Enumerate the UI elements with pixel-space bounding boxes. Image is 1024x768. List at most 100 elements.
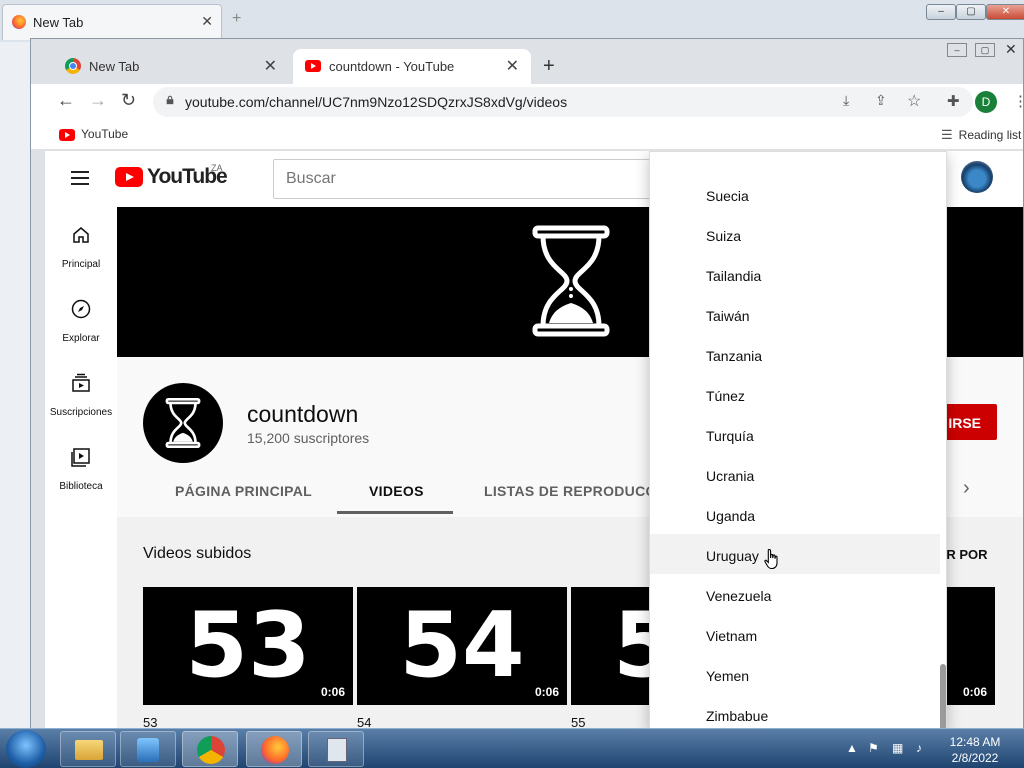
country-option[interactable]: Ucrania <box>650 454 940 494</box>
video-thumbnail[interactable]: 53 0:06 <box>143 587 353 705</box>
clock-time: 12:48 AM <box>949 735 1001 749</box>
taskbar-chrome[interactable] <box>182 731 238 767</box>
home-icon <box>73 227 89 243</box>
sidebar-item-label: Biblioteca <box>59 481 103 492</box>
dropdown-scrollbar[interactable] <box>940 664 946 729</box>
chrome-new-tab-button[interactable]: + <box>543 55 555 78</box>
chevron-right-icon[interactable]: › <box>963 477 970 500</box>
taskbar-media-player[interactable] <box>120 731 176 767</box>
hamburger-menu-icon[interactable] <box>71 171 89 185</box>
reading-list-label: Reading list <box>958 128 1022 142</box>
firefox-tab-strip: New Tab ✕ + – ▢ ✕ <box>0 0 1024 42</box>
tab-listas-de-reproduccion[interactable]: LISTAS DE REPRODUCCI <box>484 483 660 499</box>
country-option[interactable]: Túnez <box>650 374 940 414</box>
country-option-label: Uruguay <box>706 548 759 564</box>
address-url: youtube.com/channel/UC7nm9Nzo12SDQzrxJS8… <box>185 94 568 110</box>
country-option[interactable]: Tailandia <box>650 254 940 294</box>
tab-videos[interactable]: VIDEOS <box>369 483 424 499</box>
tab-pagina-principal[interactable]: PÁGINA PRINCIPAL <box>175 483 312 499</box>
section-title: Videos subidos <box>143 545 252 562</box>
country-option[interactable]: Zimbabue <box>650 694 940 729</box>
channel-name: countdown <box>247 401 359 427</box>
firefox-maximize-button[interactable]: ▢ <box>956 4 986 20</box>
volume-icon[interactable]: ♪ <box>916 741 922 755</box>
address-bar[interactable]: youtube.com/channel/UC7nm9Nzo12SDQzrxJS8… <box>153 87 973 117</box>
country-option[interactable]: Uganda <box>650 494 940 534</box>
firefox-close-button[interactable]: ✕ <box>986 4 1024 20</box>
back-arrow-icon[interactable]: ← <box>57 90 75 111</box>
install-icon[interactable]: ⤓ <box>843 92 849 109</box>
country-option[interactable]: Turquía <box>650 414 940 454</box>
windows-taskbar: ▲ ⚑ ▦ ♪ 12:48 AM 2/8/2022 <box>0 728 1024 768</box>
subscriber-count: 15,200 suscriptores <box>247 430 370 446</box>
account-avatar[interactable] <box>961 161 993 193</box>
lock-icon <box>166 95 174 105</box>
network-icon[interactable]: ▦ <box>892 741 903 755</box>
sidebar-item-principal[interactable]: Principal <box>45 207 117 281</box>
chrome-icon <box>65 58 81 74</box>
chrome-minimize-button[interactable]: – <box>947 43 967 57</box>
sidebar-item-explorar[interactable]: Explorar <box>45 281 117 355</box>
firefox-tab-new-tab[interactable]: New Tab ✕ <box>2 4 222 40</box>
forward-arrow-icon[interactable]: → <box>89 90 107 111</box>
youtube-page: YouTube ZA Principal Explorar Suscripcio… <box>45 151 1023 729</box>
country-option[interactable]: Taiwán <box>650 294 940 334</box>
sidebar-item-label: Principal <box>61 259 101 270</box>
bookmark-star-icon[interactable]: ☆ <box>907 91 921 111</box>
chrome-close-button[interactable]: ✕ <box>1005 41 1017 58</box>
country-option[interactable]: Suiza <box>650 214 940 254</box>
chrome-tab-close-icon[interactable]: ✕ <box>506 56 519 76</box>
country-option[interactable]: Venezuela <box>650 574 940 614</box>
country-option[interactable]: Suecia <box>650 174 940 214</box>
bookmarks-bar: YouTube ☰ Reading list <box>31 120 1023 150</box>
firefox-minimize-button[interactable]: – <box>926 4 956 20</box>
taskbar-firefox[interactable] <box>246 731 302 767</box>
taskbar-calculator[interactable] <box>308 731 364 767</box>
chrome-toolbar: ← → ↻ youtube.com/channel/UC7nm9Nzo12SDQ… <box>31 84 1023 120</box>
firefox-new-tab-button[interactable]: + <box>232 10 241 28</box>
system-clock[interactable]: 12:48 AM 2/8/2022 <box>936 734 1014 766</box>
sidebar-item-suscripciones[interactable]: Suscripciones <box>45 355 117 429</box>
menu-dots-icon[interactable]: ⋮ <box>1013 92 1023 110</box>
country-option-highlighted[interactable]: Uruguay <box>650 534 940 574</box>
youtube-logo-icon[interactable] <box>115 167 143 187</box>
video-thumbnail[interactable]: 54 0:06 <box>357 587 567 705</box>
youtube-mini-sidebar: Principal Explorar Suscripciones Bibliot… <box>45 207 117 729</box>
sidebar-item-biblioteca[interactable]: Biblioteca <box>45 429 117 503</box>
country-option[interactable]: Tanzania <box>650 334 940 374</box>
chrome-tab-title: New Tab <box>89 59 140 74</box>
channel-avatar[interactable] <box>143 383 223 463</box>
chrome-maximize-button[interactable]: ▢ <box>975 43 995 57</box>
bookmark-youtube[interactable]: YouTube <box>59 127 149 143</box>
hourglass-icon <box>165 398 201 448</box>
chrome-tab-youtube[interactable]: countdown - YouTube ✕ <box>293 49 531 84</box>
country-code: ZA <box>211 163 223 173</box>
firefox-icon <box>261 736 289 764</box>
start-button[interactable] <box>6 730 46 768</box>
profile-avatar[interactable]: D <box>975 91 997 113</box>
chrome-icon <box>197 736 225 764</box>
firefox-tab-close-icon[interactable]: ✕ <box>201 13 213 30</box>
reading-list-icon: ☰ <box>941 127 953 142</box>
video-duration: 0:06 <box>320 685 345 699</box>
reload-icon[interactable]: ↻ <box>121 90 136 111</box>
chrome-tab-close-icon[interactable]: ✕ <box>264 56 277 76</box>
chrome-tab-strip: New Tab ✕ countdown - YouTube ✕ + – ▢ ✕ <box>31 39 1023 84</box>
action-center-icon[interactable]: ⚑ <box>868 741 879 755</box>
firefox-sidebar-edge <box>0 42 32 732</box>
chrome-tab-new-tab[interactable]: New Tab ✕ <box>49 49 289 84</box>
sidebar-item-label: Explorar <box>62 333 100 344</box>
search-input[interactable] <box>273 159 653 199</box>
country-option[interactable]: Yemen <box>650 654 940 694</box>
extensions-icon[interactable]: ✚ <box>947 92 960 110</box>
taskbar-explorer[interactable] <box>60 731 116 767</box>
country-option[interactable]: Vietnam <box>650 614 940 654</box>
reading-list-button[interactable]: ☰ Reading list <box>941 127 1021 143</box>
firefox-icon <box>12 15 26 29</box>
country-dropdown[interactable]: Suecia Suiza Tailandia Taiwán Tanzania T… <box>649 151 947 729</box>
bookmark-label: YouTube <box>81 127 129 141</box>
hand-cursor-icon <box>764 548 778 570</box>
video-duration: 0:06 <box>534 685 559 699</box>
share-icon[interactable]: ⇪ <box>875 92 887 109</box>
tray-expand-icon[interactable]: ▲ <box>846 741 858 755</box>
